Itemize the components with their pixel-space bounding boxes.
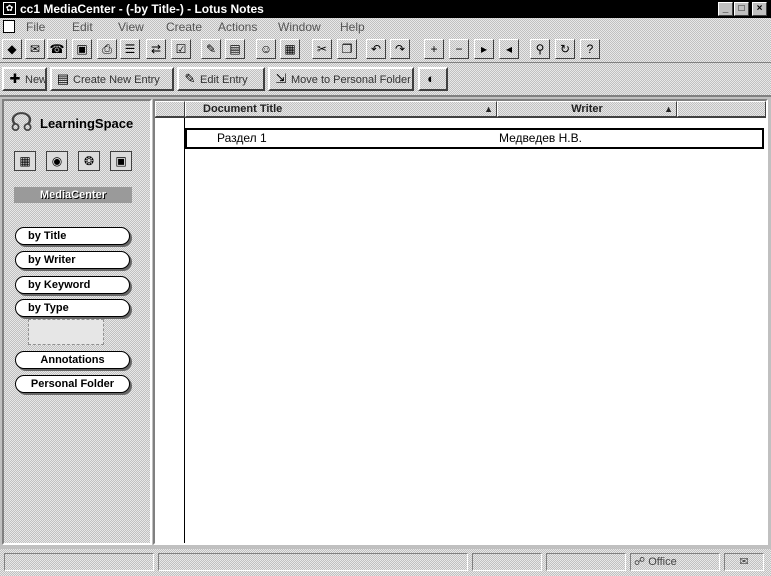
- location-field[interactable]: ☍ Office: [630, 553, 720, 571]
- mediacenter-label: MediaCenter: [14, 187, 132, 203]
- help-icon[interactable]: ?: [580, 39, 600, 59]
- maximize-button[interactable]: □: [734, 2, 749, 16]
- nav-by-writer[interactable]: by Writer: [15, 251, 130, 269]
- menu-actions[interactable]: Actions: [218, 20, 257, 34]
- close-button[interactable]: ×: [752, 2, 767, 16]
- properties-icon[interactable]: ▦: [280, 39, 300, 59]
- title-bar: ✿ cc1 MediaCenter - (-by Title-) - Lotus…: [0, 0, 771, 18]
- nav-personal-folder[interactable]: Personal Folder: [15, 375, 130, 393]
- nav-by-type[interactable]: by Type: [15, 299, 130, 317]
- nav-decoration: [28, 319, 104, 345]
- courseroom-icon[interactable]: ❂: [78, 151, 100, 171]
- column-writer[interactable]: Writer ▲: [497, 101, 677, 117]
- navigator-pane: ☊ LearningSpace ▦ ◉ ❂ ▣ MediaCenter by T…: [2, 99, 152, 545]
- menu-file[interactable]: File: [26, 20, 45, 34]
- status-field-3[interactable]: [472, 553, 542, 571]
- search-icon[interactable]: ⚲: [530, 39, 550, 59]
- list-icon[interactable]: ☰: [120, 39, 140, 59]
- next-icon[interactable]: ▸: [474, 39, 494, 59]
- edit-entry-icon: ✎: [184, 71, 196, 86]
- expand-icon[interactable]: +: [424, 39, 444, 59]
- print-icon[interactable]: ⎙: [97, 39, 117, 59]
- column-writer-label: Writer: [571, 103, 603, 115]
- mediacenter-icon[interactable]: ◉: [46, 151, 68, 171]
- cell-document-title: Раздел 1: [217, 131, 267, 145]
- minimize-button[interactable]: _: [718, 2, 733, 16]
- column-empty-header: [677, 101, 766, 117]
- envelope-icon[interactable]: ✉: [724, 553, 764, 571]
- document-icon[interactable]: [3, 20, 15, 33]
- menu-create[interactable]: Create: [166, 20, 202, 34]
- move-to-folder-label: Move to Personal Folder: [291, 74, 411, 86]
- create-entry-icon: ▤: [56, 71, 70, 86]
- create-new-entry-button[interactable]: ▤ Create New Entry: [50, 67, 174, 91]
- new-button-label: New: [25, 74, 47, 86]
- redo-icon[interactable]: ↷: [390, 39, 410, 59]
- navigate-icon[interactable]: ⇄: [146, 39, 166, 59]
- new-button[interactable]: ✚ New: [2, 67, 47, 91]
- schedule-icon[interactable]: ▦: [14, 151, 36, 171]
- smarticons-toolbar: ◆ ✉ ☎ ▣ ⎙ ☰ ⇄ ☑ ✎ ▤ ☺ ▦ ✂ ❐ ↶ ↷ + − ▸ ◂ …: [0, 36, 771, 63]
- selection-column-header: [155, 101, 185, 117]
- selection-margin-divider: [184, 118, 185, 543]
- learningspace-logo: ☊ LearningSpace: [10, 107, 142, 141]
- profiles-icon[interactable]: ▣: [110, 151, 132, 171]
- edit-entry-button[interactable]: ✎ Edit Entry: [177, 67, 265, 91]
- cell-writer: Медведев Н.В.: [499, 131, 582, 145]
- new-icon: ✚: [9, 71, 21, 86]
- status-field-1[interactable]: [4, 553, 154, 571]
- column-document-title[interactable]: Document Title ▲: [185, 101, 497, 117]
- view-help-icon: ◐: [427, 71, 435, 86]
- table-row[interactable]: Раздел 1 Медведев Н.В.: [185, 128, 764, 149]
- menu-help[interactable]: Help: [340, 20, 365, 34]
- location-label: Office: [648, 556, 677, 568]
- learningspace-logo-text: LearningSpace: [40, 116, 134, 131]
- nav-by-keyword[interactable]: by Keyword: [15, 276, 130, 294]
- lotus-icon[interactable]: ✿: [3, 2, 16, 15]
- column-header-bar: Document Title ▲ Writer ▲: [155, 101, 766, 118]
- learningspace-head-icon: ☊: [10, 107, 34, 137]
- previous-icon[interactable]: ◂: [499, 39, 519, 59]
- location-icon: ☍: [634, 556, 649, 568]
- phone-icon[interactable]: ☎: [47, 39, 67, 59]
- create-new-entry-label: Create New Entry: [73, 74, 160, 86]
- refresh-icon[interactable]: ↻: [555, 39, 575, 59]
- mail-icon[interactable]: ✉: [25, 39, 45, 59]
- edit-entry-label: Edit Entry: [200, 74, 248, 86]
- menu-view[interactable]: View: [118, 20, 144, 34]
- status-message: [158, 553, 468, 571]
- pencil-icon[interactable]: ✎: [201, 39, 221, 59]
- nav-annotations[interactable]: Annotations: [15, 351, 130, 369]
- move-folder-icon: ⇲: [275, 71, 287, 86]
- menu-bar: File Edit View Create Actions Window Hel…: [0, 18, 771, 36]
- move-to-folder-button[interactable]: ⇲ Move to Personal Folder: [268, 67, 414, 91]
- nav-by-title[interactable]: by Title: [15, 227, 130, 245]
- diamond-icon[interactable]: ◆: [2, 39, 22, 59]
- cut-icon[interactable]: ✂: [312, 39, 332, 59]
- view-help-button[interactable]: ◐: [418, 67, 448, 91]
- column-document-title-label: Document Title: [203, 103, 283, 115]
- check-icon[interactable]: ☑: [171, 39, 191, 59]
- menu-window[interactable]: Window: [278, 20, 321, 34]
- menu-edit[interactable]: Edit: [72, 20, 93, 34]
- sort-arrow-icon[interactable]: ▲: [484, 102, 493, 116]
- copy-icon[interactable]: ❐: [337, 39, 357, 59]
- undo-icon[interactable]: ↶: [366, 39, 386, 59]
- view-pane: Document Title ▲ Writer ▲ Раздел 1 Медве…: [153, 99, 768, 545]
- person-icon[interactable]: ☺: [256, 39, 276, 59]
- status-bar: ☍ Office ✉: [0, 549, 771, 576]
- edit-document-icon[interactable]: ▤: [225, 39, 245, 59]
- sort-arrow-icon[interactable]: ▲: [664, 102, 673, 116]
- collapse-icon[interactable]: −: [449, 39, 469, 59]
- action-bar: ✚ New ▤ Create New Entry ✎ Edit Entry ⇲ Move…: [0, 63, 771, 97]
- save-icon[interactable]: ▣: [72, 39, 92, 59]
- window-title: cc1 MediaCenter - (-by Title-) - Lotus N…: [20, 2, 264, 16]
- status-field-4[interactable]: [546, 553, 626, 571]
